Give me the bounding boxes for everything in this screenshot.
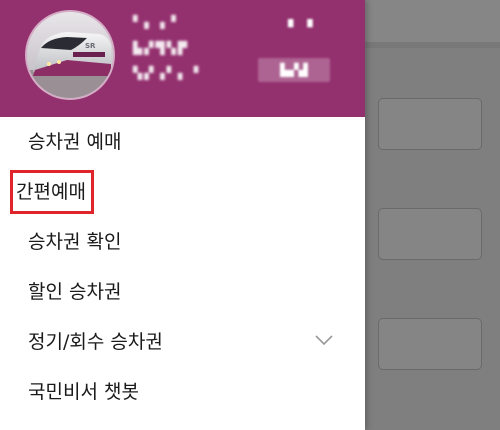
menu-item-discount-ticket[interactable]: 할인 승차권 (0, 267, 365, 317)
menu-item-label: 정기/회수 승차권 (28, 331, 163, 353)
chevron-down-icon[interactable] (315, 334, 333, 346)
drawer-header: SR ▘▖▗▝ ▙▞▜▚▛ ▚▞▗▘▖▝ ▘▝ ▙▞▟ (0, 0, 365, 117)
background-field (378, 318, 482, 370)
menu-item-label: 국민비서 챗봇 (28, 381, 139, 403)
menu-item-ticket-check[interactable]: 승차권 확인 (0, 217, 365, 267)
badge-label-blurred: ▘▝ (288, 20, 316, 36)
menu-item-quick-reservation[interactable]: 간편예매 (0, 167, 365, 217)
menu-item-label: 간편예매 (10, 170, 94, 214)
menu-item-chatbot[interactable]: 국민비서 챗봇 (0, 367, 365, 417)
user-info: ▘▖▗▝ ▙▞▜▚▛ ▚▞▗▘▖▝ (133, 14, 253, 91)
background-field (378, 208, 482, 260)
user-name-blurred: ▘▖▗▝ (133, 15, 178, 29)
user-detail-blurred: ▚▞▗▘▖▝ (133, 66, 201, 80)
menu-item-season-ticket[interactable]: 정기/회수 승차권 (0, 317, 365, 367)
user-id-blurred: ▙▞▜▚▛ (133, 41, 190, 55)
badge-button-blurred[interactable]: ▙▞▟ (258, 58, 330, 82)
train-photo-icon: SR (27, 12, 113, 98)
menu-item-ticket-reservation[interactable]: 승차권 예매 (0, 117, 365, 167)
background-divider (365, 42, 500, 48)
navigation-drawer: SR ▘▖▗▝ ▙▞▜▚▛ ▚▞▗▘▖▝ ▘▝ ▙▞▟ 승차권 예매 간편예매 … (0, 0, 365, 430)
background-top-bar (365, 0, 500, 44)
menu-item-label: 할인 승차권 (28, 281, 122, 303)
avatar[interactable]: SR (27, 12, 113, 98)
background-field (378, 98, 482, 150)
member-badge-area: ▘▝ ▙▞▟ (258, 16, 330, 86)
menu-item-label: 승차권 확인 (28, 231, 122, 253)
menu-item-label: 승차권 예매 (28, 131, 122, 153)
drawer-menu: 승차권 예매 간편예매 승차권 확인 할인 승차권 정기/회수 승차권 국민비서… (0, 117, 365, 417)
svg-text:SR: SR (85, 42, 96, 50)
